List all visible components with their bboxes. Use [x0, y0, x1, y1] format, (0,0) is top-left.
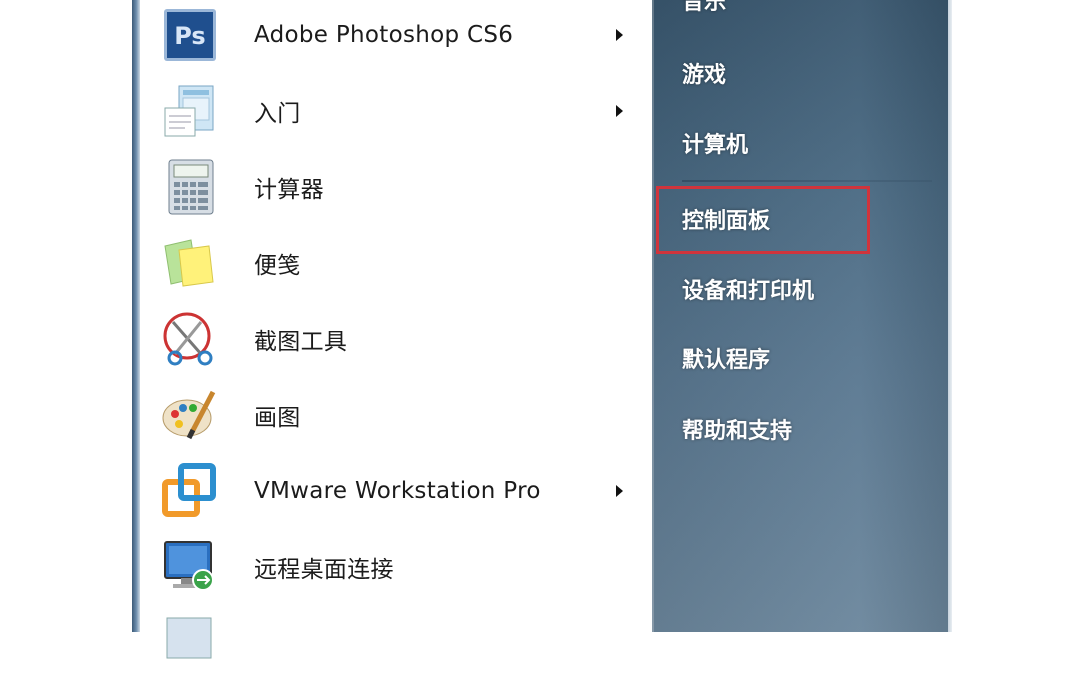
- program-item-sticky-notes[interactable]: 便笺: [158, 232, 652, 294]
- place-item-music[interactable]: 音乐: [652, 0, 948, 28]
- place-label: 游戏: [682, 63, 727, 88]
- start-menu-places-panel: 音乐 游戏 计算机 控制面板 设备和打印机 默认程序 帮助和支持: [652, 0, 948, 632]
- program-item-calculator[interactable]: 计算器: [158, 156, 652, 218]
- program-label: 计算器: [254, 177, 324, 203]
- program-label: VMware Workstation Pro: [254, 478, 541, 504]
- place-label: 计算机: [682, 133, 749, 158]
- remote-desktop-icon: [161, 538, 219, 596]
- place-label: 帮助和支持: [682, 419, 793, 444]
- program-label: 便笺: [254, 253, 301, 279]
- submenu-arrow-icon: [616, 105, 623, 117]
- sticky-notes-icon: [161, 234, 219, 292]
- start-menu-right-border: [948, 0, 952, 632]
- program-item-snipping-tool[interactable]: 截图工具: [158, 308, 652, 370]
- control-panel-highlight-box: [656, 186, 870, 254]
- program-label: 画图: [254, 405, 301, 431]
- program-item-photoshop[interactable]: Ps Adobe Photoshop CS6: [158, 4, 652, 66]
- place-item-default-programs[interactable]: 默认程序: [652, 330, 948, 386]
- program-label: 截图工具: [254, 329, 348, 355]
- svg-text:Ps: Ps: [174, 22, 205, 50]
- programs-panel: Ps Adobe Photoshop CS6 入门 计算器 便笺 截图工具 画图…: [140, 0, 652, 659]
- place-item-games[interactable]: 游戏: [652, 45, 948, 101]
- program-item-remote-desktop[interactable]: 远程桌面连接: [158, 536, 652, 598]
- vmware-icon: [161, 462, 219, 520]
- place-label: 设备和打印机: [682, 279, 815, 304]
- paint-icon: [161, 386, 219, 444]
- place-item-help-and-support[interactable]: 帮助和支持: [652, 401, 948, 457]
- place-label: 音乐: [682, 0, 727, 15]
- program-label: 远程桌面连接: [254, 557, 394, 583]
- submenu-arrow-icon: [616, 485, 623, 497]
- getting-started-icon: [161, 82, 219, 140]
- program-item-partial[interactable]: [158, 612, 652, 674]
- place-item-devices-and-printers[interactable]: 设备和打印机: [652, 261, 948, 317]
- program-item-paint[interactable]: 画图: [158, 384, 652, 446]
- calculator-icon: [161, 158, 219, 216]
- places-separator: [682, 180, 932, 182]
- place-item-computer[interactable]: 计算机: [652, 115, 948, 171]
- program-icon: [161, 614, 219, 672]
- program-label: Adobe Photoshop CS6: [254, 22, 514, 48]
- snipping-tool-icon: [161, 310, 219, 368]
- program-label: 入门: [254, 101, 301, 127]
- submenu-arrow-icon: [616, 29, 623, 41]
- place-label: 默认程序: [682, 348, 771, 373]
- program-item-getting-started[interactable]: 入门: [158, 80, 652, 142]
- start-menu-left-border: [132, 0, 140, 632]
- program-item-vmware[interactable]: VMware Workstation Pro: [158, 460, 652, 522]
- photoshop-icon: Ps: [161, 6, 219, 64]
